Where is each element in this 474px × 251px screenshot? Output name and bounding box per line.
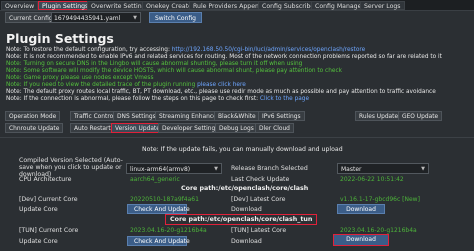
- tab-debug-logs[interactable]: Debug Logs: [215, 123, 258, 133]
- divider: [0, 137, 474, 138]
- page-title: Plugin Settings: [6, 31, 114, 46]
- config-file-value: 1679494435941.yaml: [54, 15, 121, 22]
- dev-current-core-value: 20220510-187a9f4a61: [130, 196, 199, 203]
- last-check-value: 2022-06-22 10:51:42: [340, 176, 404, 183]
- dev-latest-core-value: v1.16.1-17-gbcd96c [New]: [340, 196, 420, 203]
- tab-auto-restart[interactable]: Auto Restart: [70, 123, 115, 133]
- release-branch-value: Master: [341, 166, 362, 173]
- compiled-version-select[interactable]: linux-arm64(armv8) ▼: [126, 163, 222, 174]
- config-file-select[interactable]: 1679494435941.yaml ▼: [51, 12, 141, 23]
- tab-geo-update[interactable]: GEO Update: [398, 111, 443, 121]
- dev-current-core-label: [Dev] Current Core: [19, 196, 78, 203]
- chevron-down-icon: ▼: [421, 166, 425, 172]
- nav-tab-plugin-settings[interactable]: Plugin Settings: [38, 1, 93, 10]
- note-restore: Note: To restore the default configurati…: [6, 47, 365, 54]
- tab-ipv6-settings[interactable]: IPv6 Settings: [258, 111, 305, 121]
- nav-tab-onekey-create[interactable]: Onekey Create: [142, 1, 196, 10]
- dev-download-label: Download: [231, 206, 262, 213]
- tab-dns-settings[interactable]: DNS Settings: [113, 111, 160, 121]
- release-branch-label: Release Branch Selected: [231, 165, 308, 172]
- nav-tab-rule-providers-append[interactable]: Rule Providers Append: [189, 1, 267, 10]
- top-navigation: Overview Plugin Settings Overwrite Setti…: [0, 0, 474, 11]
- check-page-link[interactable]: Click to the page: [260, 96, 309, 102]
- dev-update-core-label: Update Core: [19, 206, 58, 213]
- nav-tab-overview[interactable]: Overview: [1, 1, 39, 10]
- tab-streaming-enhance[interactable]: Streaming Enhance: [155, 111, 221, 121]
- note-redir: Note: The default proxy routes local tra…: [6, 89, 436, 95]
- nav-tab-server-logs[interactable]: Server Logs: [360, 1, 405, 10]
- tab-developer-settings[interactable]: Developer Settings: [158, 123, 223, 133]
- tab-traffic-control[interactable]: Traffic Control: [70, 111, 119, 121]
- tab-black-white[interactable]: Black&White: [214, 111, 260, 121]
- cpu-architecture-value: aarch64_generic: [130, 176, 180, 183]
- note-trace-text: Note: If you need to view the detailed t…: [6, 82, 198, 88]
- tab-version-update[interactable]: Version Update: [111, 123, 164, 133]
- tun-download-label: Download: [231, 238, 262, 245]
- note-secure-dns: Note: Turning on secure DNS in the Lingb…: [6, 61, 303, 67]
- version-note: Note: If the update fails, you can manua…: [142, 146, 343, 153]
- tab-rules-update[interactable]: Rules Update: [355, 111, 403, 121]
- chevron-down-icon: ▼: [133, 15, 137, 21]
- note-game-proxy: Note: Game proxy please use nodes except…: [6, 75, 154, 81]
- core-path-clash: Core path:/etc/openclash/core/clash: [181, 185, 309, 192]
- tab-dler-cloud[interactable]: Dler Cloud: [255, 123, 294, 133]
- core-path-clash-tun: Core path:/etc/openclash/core/clash_tun: [165, 214, 318, 225]
- note-restore-text: Note: To restore the default configurati…: [6, 47, 172, 53]
- tun-current-core-label: [TUN] Current Core: [19, 227, 79, 234]
- restore-link[interactable]: http://192.168.50.50/cgi-bin/luci/admin/…: [172, 47, 365, 53]
- chevron-down-icon: ▼: [214, 166, 218, 172]
- tun-download-button[interactable]: Download: [333, 234, 389, 246]
- note-ipv6: Note: It is not recommended to enable IP…: [6, 54, 442, 60]
- dev-download-button[interactable]: Download: [337, 204, 385, 214]
- tun-update-core-label: Update Core: [19, 238, 58, 245]
- compiled-version-value: linux-arm64(armv8): [130, 166, 191, 173]
- dev-latest-core-label: [Dev] Latest Core: [231, 196, 286, 203]
- note-hosts: Note: Some software will modify the devi…: [6, 68, 343, 74]
- nav-tab-config-subscribe[interactable]: Config Subscribe: [258, 1, 319, 10]
- dev-check-update-button[interactable]: Check And Update: [127, 204, 190, 214]
- note-trace: Note: If you need to view the detailed t…: [6, 82, 246, 89]
- tab-chnroute-update[interactable]: Chnroute Update: [5, 123, 64, 133]
- release-branch-select[interactable]: Master ▼: [337, 163, 429, 174]
- tab-operation-mode[interactable]: Operation Mode: [5, 111, 61, 121]
- tun-check-update-button[interactable]: Check And Update: [127, 236, 190, 246]
- switch-config-button[interactable]: Switch Config: [149, 12, 202, 23]
- trace-link[interactable]: please click here: [197, 82, 246, 88]
- tun-latest-core-label: [TUN] Latest Core: [231, 227, 287, 234]
- tun-current-core-value: 2023.04.16-20-g1216b4a: [130, 227, 207, 234]
- tun-latest-core-value: 2023.04.16-20-g1216b4a: [340, 227, 417, 234]
- cpu-architecture-label: CPU Architecture: [19, 176, 72, 183]
- last-check-label: Last Check Update: [231, 176, 290, 183]
- note-abnormal: Note: If the connection is abnormal, ple…: [6, 96, 309, 103]
- compiled-version-label: Compiled Version Selected (Auto-save whe…: [19, 157, 123, 178]
- note-abnormal-text: Note: If the connection is abnormal, ple…: [6, 96, 260, 102]
- nav-tab-config-manage[interactable]: Config Manage: [311, 1, 366, 10]
